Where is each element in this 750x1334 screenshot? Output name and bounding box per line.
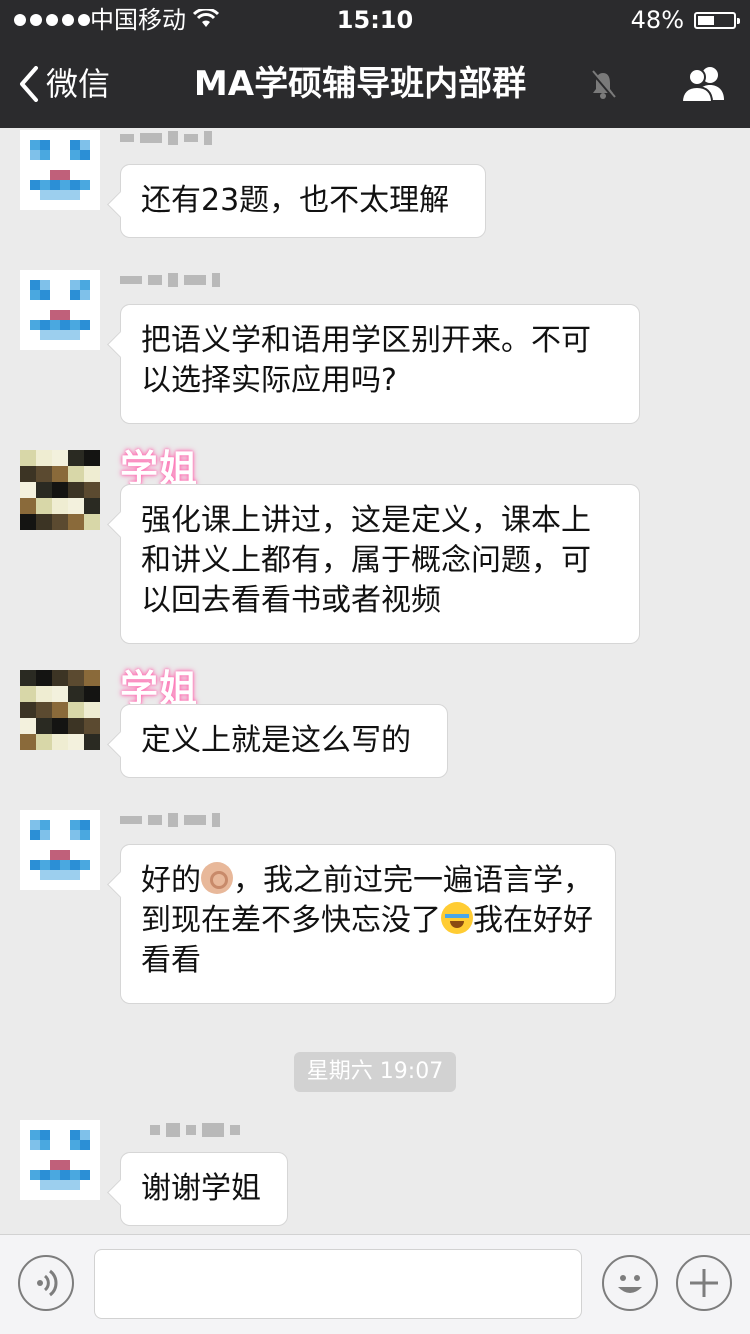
avatar[interactable] bbox=[20, 450, 100, 530]
battery-percent: 48% bbox=[630, 6, 684, 34]
back-button[interactable]: 微信 bbox=[18, 62, 110, 106]
group-members-icon[interactable] bbox=[680, 64, 726, 104]
back-chevron-icon bbox=[20, 66, 38, 102]
emoji-icon bbox=[618, 1275, 642, 1293]
ok-hand-emoji bbox=[201, 862, 233, 894]
message-input[interactable] bbox=[94, 1249, 582, 1319]
message-text: 把语义学和语用学区别开来。不可以选择实际应用吗? bbox=[141, 323, 591, 398]
avatar[interactable] bbox=[20, 1120, 100, 1200]
chat-area[interactable]: 还有23题，也不太理解 把语义学和语用学区别开来。不可以选择实际应用吗? 学姐 … bbox=[0, 128, 750, 1234]
input-bar bbox=[0, 1234, 750, 1334]
message-bubble[interactable]: 好的 ，我之前过完一遍语言学，到现在差不多快忘没了 我在好好看看 bbox=[120, 844, 616, 1004]
voice-icon bbox=[37, 1269, 58, 1297]
message-text: 谢谢学姐 bbox=[141, 1171, 261, 1206]
avatar[interactable] bbox=[20, 810, 100, 890]
plus-button[interactable] bbox=[676, 1255, 732, 1311]
message-bubble[interactable]: 还有23题，也不太理解 bbox=[120, 164, 486, 238]
message-bubble[interactable]: 谢谢学姐 bbox=[120, 1152, 288, 1226]
sender-name-blurred bbox=[120, 806, 226, 834]
message-text: 定义上就是这么写的 bbox=[141, 723, 411, 758]
sender-name-blurred bbox=[120, 266, 226, 294]
avatar[interactable] bbox=[20, 130, 100, 210]
battery-icon bbox=[694, 12, 740, 29]
emoji-button[interactable] bbox=[602, 1255, 658, 1311]
voice-button[interactable] bbox=[18, 1255, 74, 1311]
mute-bell-icon bbox=[590, 70, 616, 99]
message-text: 还有23题，也不太理解 bbox=[141, 183, 450, 218]
page-title: MA学硕辅导班内部群 bbox=[193, 64, 527, 104]
top-bar: 中国移动 15:10 48% 微信 MA学硕辅导班内部群 bbox=[0, 0, 750, 128]
message-bubble[interactable]: 把语义学和语用学区别开来。不可以选择实际应用吗? bbox=[120, 304, 640, 424]
message-bubble[interactable]: 强化课上讲过，这是定义，课本上和讲义上都有，属于概念问题，可以回去看看书或者视频 bbox=[120, 484, 640, 644]
nav-bar: 微信 MA学硕辅导班内部群 bbox=[0, 40, 750, 128]
status-bar: 中国移动 15:10 48% bbox=[0, 0, 750, 40]
avatar[interactable] bbox=[20, 670, 100, 750]
timestamp-divider: 星期六 19:07 bbox=[294, 1052, 456, 1092]
sender-name-blurred bbox=[150, 1116, 246, 1144]
back-label: 微信 bbox=[46, 65, 111, 103]
battery-fill bbox=[698, 16, 714, 25]
message-text: 好的 bbox=[141, 863, 201, 898]
message-text: 强化课上讲过，这是定义，课本上和讲义上都有，属于概念问题，可以回去看看书或者视频 bbox=[141, 503, 591, 618]
sender-name-blurred bbox=[120, 128, 218, 152]
crying-laughing-emoji bbox=[441, 902, 473, 934]
avatar[interactable] bbox=[20, 270, 100, 350]
plus-icon bbox=[690, 1269, 718, 1297]
message-bubble[interactable]: 定义上就是这么写的 bbox=[120, 704, 448, 778]
